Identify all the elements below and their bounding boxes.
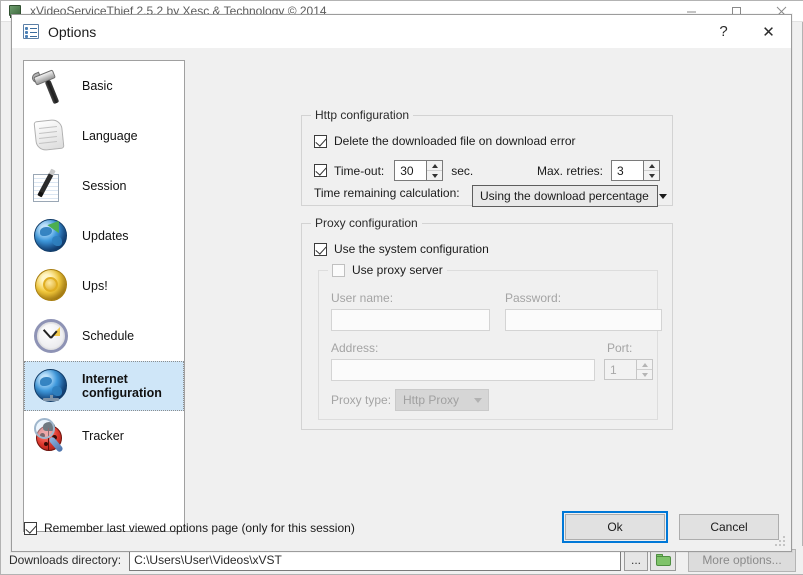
delete-on-error-checkbox[interactable] xyxy=(314,134,327,148)
options-category-list[interactable]: Basic Language Session Updates Ups! Sche… xyxy=(23,60,185,532)
remember-last-page-label: Remember last viewed options page (only … xyxy=(44,521,355,535)
dialog-titlebar-buttons: ? ✕ xyxy=(701,15,791,48)
sidebar-item-internet-configuration[interactable]: Internet configuration xyxy=(24,361,184,411)
open-folder-button[interactable] xyxy=(650,549,676,571)
use-system-configuration-row[interactable]: Use the system configuration xyxy=(314,242,489,256)
username-input[interactable] xyxy=(331,309,490,331)
port-stepper[interactable]: 1 xyxy=(604,359,653,380)
address-input[interactable] xyxy=(331,359,595,381)
port-increment-icon[interactable] xyxy=(637,360,652,370)
port-label: Port: xyxy=(607,341,633,355)
use-proxy-server-group: Use proxy server User name: Password: Ad… xyxy=(318,263,662,420)
proxy-type-select[interactable]: Http Proxy xyxy=(395,389,489,411)
max-retries-input[interactable]: 3 xyxy=(611,160,643,181)
gold-coin-icon xyxy=(30,264,74,308)
password-label: Password: xyxy=(505,291,562,305)
downloads-directory-label: Downloads directory: xyxy=(9,553,122,567)
browse-directory-button[interactable]: ... xyxy=(624,549,648,571)
delete-on-error-row[interactable]: Delete the downloaded file on download e… xyxy=(314,134,576,148)
cancel-button[interactable]: Cancel xyxy=(679,514,779,540)
sidebar-item-label: Basic xyxy=(82,78,113,93)
sidebar-item-updates[interactable]: Updates xyxy=(24,211,184,261)
timeout-increment-icon[interactable] xyxy=(427,161,443,171)
timeout-unit-label: sec. xyxy=(451,163,474,178)
http-configuration-group: Http configuration Delete the downloaded… xyxy=(301,108,673,207)
proxy-type-selected-value: Http Proxy xyxy=(403,393,460,407)
delete-on-error-label: Delete the downloaded file on download e… xyxy=(334,134,576,148)
max-retries-decrement-icon[interactable] xyxy=(644,171,659,180)
proxy-type-label: Proxy type: xyxy=(331,393,392,407)
notepad-pen-icon xyxy=(30,164,74,208)
scroll-icon xyxy=(30,114,74,158)
sidebar-item-label: Ups! xyxy=(82,278,108,293)
hammer-icon xyxy=(30,64,74,108)
sidebar-item-language[interactable]: Language xyxy=(24,111,184,161)
globe-update-icon xyxy=(30,214,74,258)
internet-configuration-pane: Http configuration Delete the downloaded… xyxy=(195,60,780,532)
sidebar-item-session[interactable]: Session xyxy=(24,161,184,211)
chevron-down-icon xyxy=(658,193,667,199)
timeout-input[interactable]: 30 xyxy=(394,160,427,181)
remember-last-page-checkbox[interactable] xyxy=(24,521,37,535)
dialog-titlebar: Options ? ✕ xyxy=(12,15,791,48)
screen: xVideoServiceThief 2.5.2 by Xesc & Techn… xyxy=(0,0,803,575)
max-retries-row: Max. retries: 3 xyxy=(537,160,660,181)
resize-grip[interactable] xyxy=(775,536,787,548)
sidebar-item-label: Language xyxy=(82,128,138,143)
options-list-icon xyxy=(23,24,39,39)
sidebar-item-label: Tracker xyxy=(82,428,124,443)
ok-button[interactable]: Ok xyxy=(562,511,668,543)
max-retries-stepper-buttons[interactable] xyxy=(643,160,660,181)
sidebar-item-basic[interactable]: Basic xyxy=(24,61,184,111)
timeout-row: Time-out: 30 sec. xyxy=(314,160,473,181)
address-label: Address: xyxy=(331,341,379,355)
max-retries-increment-icon[interactable] xyxy=(644,161,659,171)
downloads-directory-input[interactable]: C:\Users\User\Videos\xVST xyxy=(129,549,621,571)
sidebar-item-ups[interactable]: Ups! xyxy=(24,261,184,311)
timeout-stepper-buttons[interactable] xyxy=(426,160,444,181)
time-remaining-label: Time remaining calculation: xyxy=(314,186,460,200)
proxy-configuration-title: Proxy configuration xyxy=(311,216,422,230)
http-configuration-title: Http configuration xyxy=(311,108,414,122)
timeout-label: Time-out: xyxy=(334,163,385,178)
max-retries-stepper[interactable]: 3 xyxy=(611,160,660,181)
port-stepper-buttons[interactable] xyxy=(636,359,653,380)
clock-icon xyxy=(30,314,74,358)
sidebar-item-schedule[interactable]: Schedule xyxy=(24,311,184,361)
dialog-close-icon[interactable]: ✕ xyxy=(746,15,791,48)
sidebar-item-label: Updates xyxy=(82,228,129,243)
max-retries-label: Max. retries: xyxy=(536,163,603,178)
password-input[interactable] xyxy=(505,309,662,331)
help-icon[interactable]: ? xyxy=(701,15,746,48)
proxy-configuration-group: Proxy configuration Use the system confi… xyxy=(301,216,673,430)
port-input[interactable]: 1 xyxy=(604,359,636,380)
sidebar-item-label: Session xyxy=(82,178,127,193)
use-proxy-server-label: Use proxy server xyxy=(352,263,443,277)
time-remaining-selected-value: Using the download percentage xyxy=(480,189,649,203)
use-system-configuration-checkbox[interactable] xyxy=(314,242,327,256)
timeout-decrement-icon[interactable] xyxy=(427,171,442,180)
time-remaining-row: Time remaining calculation: xyxy=(314,186,460,200)
timeout-checkbox[interactable] xyxy=(314,164,327,177)
options-dialog: Options ? ✕ Basic Language Session Updat… xyxy=(11,14,792,552)
sidebar-item-tracker[interactable]: Tracker xyxy=(24,411,184,461)
folder-icon xyxy=(655,554,671,566)
ladybug-magnifier-icon xyxy=(30,414,74,458)
use-proxy-server-row[interactable]: Use proxy server xyxy=(328,263,447,277)
use-system-configuration-label: Use the system configuration xyxy=(334,242,489,256)
time-remaining-calculation-select[interactable]: Using the download percentage xyxy=(472,185,667,207)
use-proxy-server-checkbox[interactable] xyxy=(332,263,345,277)
chevron-down-icon xyxy=(474,397,482,403)
sidebar-item-label: Schedule xyxy=(82,328,135,343)
globe-icon xyxy=(30,364,74,408)
username-label: User name: xyxy=(331,291,394,305)
sidebar-item-label: Internet configuration xyxy=(82,371,162,400)
dialog-title: Options xyxy=(48,23,97,40)
timeout-stepper[interactable]: 30 xyxy=(394,160,444,181)
port-decrement-icon[interactable] xyxy=(637,370,652,379)
remember-last-page-row[interactable]: Remember last viewed options page (only … xyxy=(24,521,355,535)
